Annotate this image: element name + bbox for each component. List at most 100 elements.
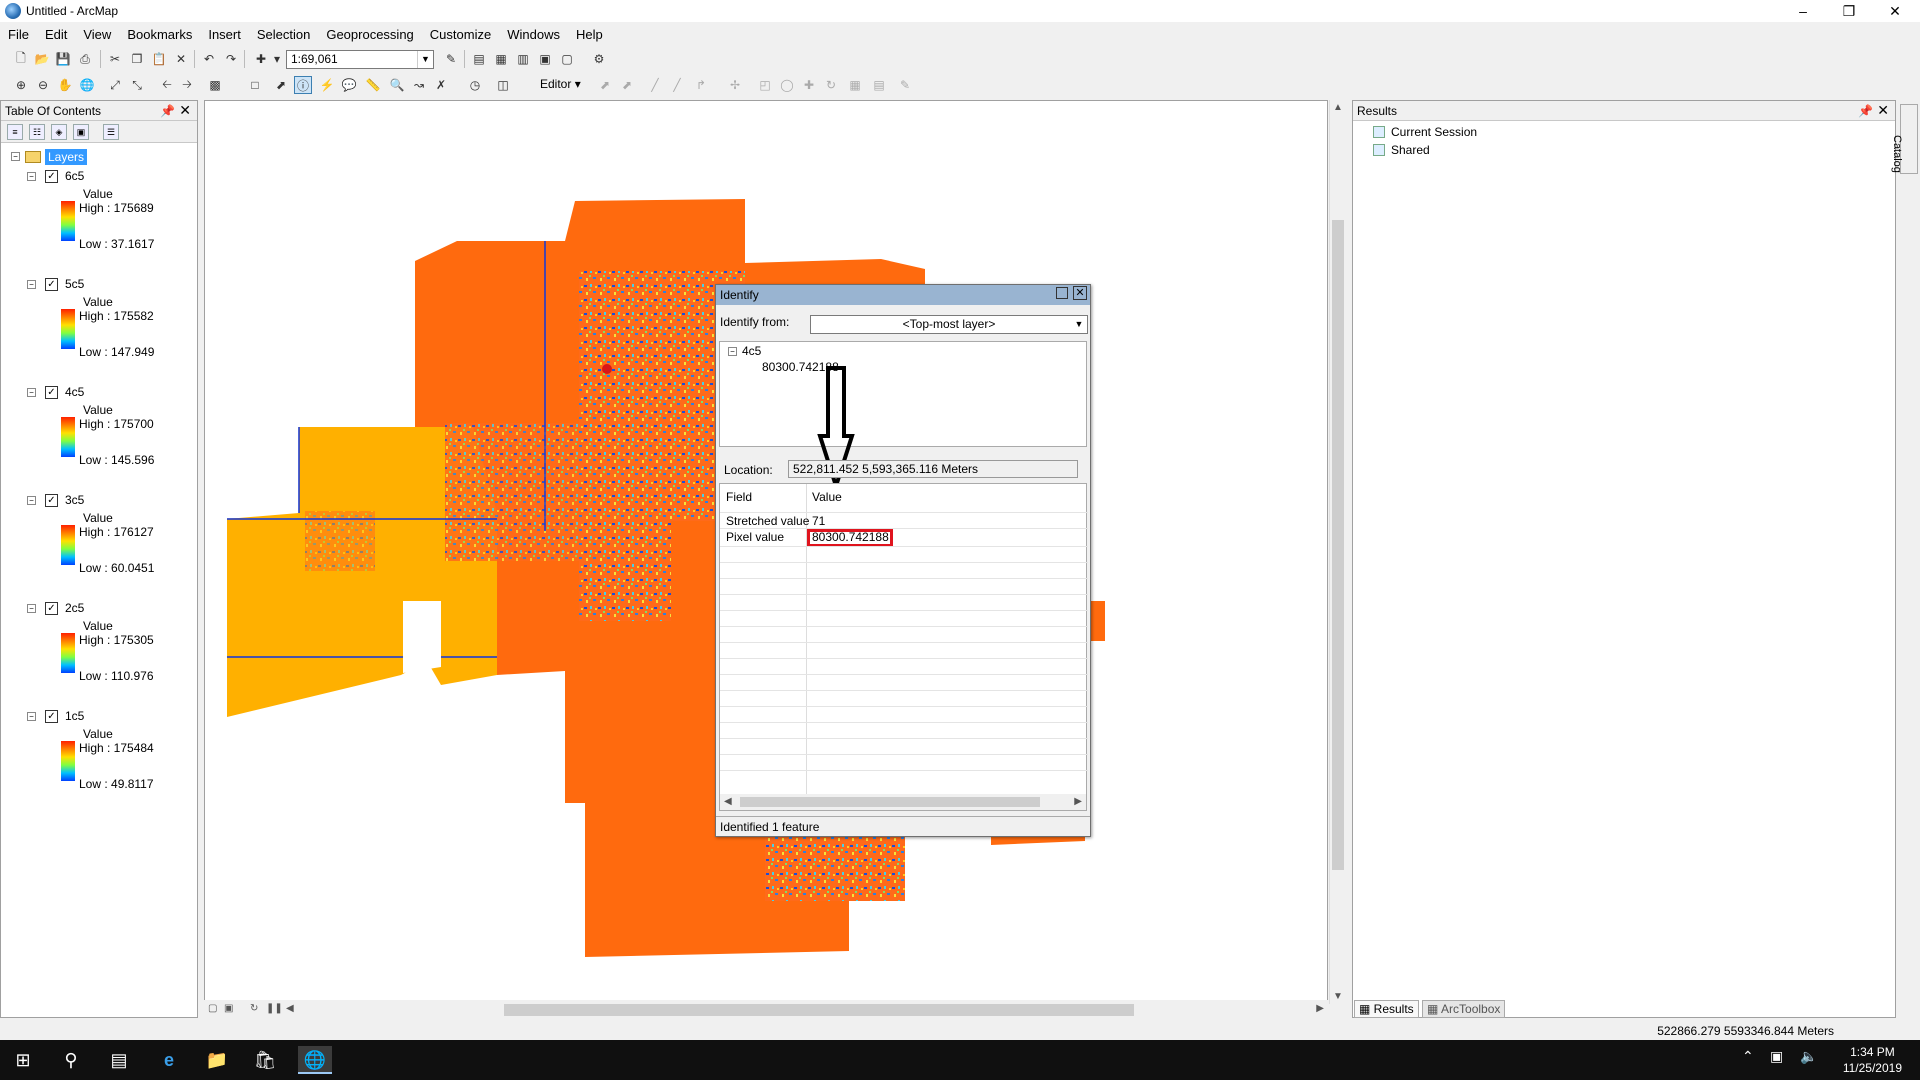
volume-icon[interactable]: 🔈 <box>1800 1048 1817 1065</box>
legend-color-ramp[interactable] <box>61 201 75 241</box>
layers-root-label[interactable]: Layers <box>45 149 88 165</box>
close-icon[interactable]: ✕ <box>1073 286 1087 300</box>
menu-bookmarks[interactable]: Bookmarks <box>119 24 200 45</box>
menu-geoprocessing[interactable]: Geoprocessing <box>318 24 421 45</box>
identify-titlebar[interactable]: Identify ✕ <box>716 285 1090 305</box>
close-icon[interactable]: ✕ <box>179 102 191 119</box>
collapse-icon[interactable]: − <box>27 388 36 397</box>
find-route-icon[interactable]: ↝ <box>410 76 428 94</box>
map-horizontal-scrollbar[interactable]: ▢ ▣ ↻ ❚❚ ◀ ▶ <box>204 1000 1328 1018</box>
restore-button[interactable]: ❐ <box>1826 0 1872 22</box>
zoom-out-icon[interactable]: ⊖ <box>34 76 52 94</box>
cut-icon[interactable]: ✂ <box>106 50 124 68</box>
straight-segment-icon[interactable]: ╱ <box>646 76 664 94</box>
close-button[interactable]: ✕ <box>1872 0 1918 22</box>
maximize-icon[interactable] <box>1056 287 1068 299</box>
layout-view-icon[interactable]: ▢ <box>208 1003 217 1014</box>
network-icon[interactable]: ▣ <box>1770 1048 1783 1065</box>
menu-insert[interactable]: Insert <box>200 24 249 45</box>
forward-extent-icon[interactable]: 🡢 <box>178 76 196 94</box>
toc-layer-4c5[interactable]: − ✓ 4c5 Value High : 175700 Low : 145.59… <box>27 385 197 493</box>
toc-layer-1c5[interactable]: − ✓ 1c5 Value High : 175484 Low : 49.811… <box>27 709 197 817</box>
task-view-icon[interactable]: ▤ <box>102 1046 136 1074</box>
collapse-icon[interactable]: − <box>11 152 20 161</box>
list-by-drawing-order-icon[interactable]: ≡ <box>7 124 23 140</box>
select-elements-icon[interactable]: ⬈ <box>272 76 290 94</box>
python-window-icon[interactable]: ▢ <box>558 50 576 68</box>
save-icon[interactable]: 💾 <box>54 50 72 68</box>
store-icon[interactable]: 🛍 <box>248 1046 282 1074</box>
create-viewer-icon[interactable]: ◫ <box>494 76 512 94</box>
field-column-header[interactable]: Field <box>726 490 752 504</box>
layer-name[interactable]: 6c5 <box>65 169 84 183</box>
catalog-side-tab[interactable]: Catalog <box>1891 104 1918 174</box>
catalog-window-icon[interactable]: ▦ <box>492 50 510 68</box>
add-data-dropdown-icon[interactable]: ▾ <box>268 50 286 68</box>
split-icon[interactable]: ✚ <box>800 76 818 94</box>
list-by-selection-icon[interactable]: ▣ <box>73 124 89 140</box>
scroll-left-icon[interactable]: ◀ <box>724 796 732 807</box>
minimize-button[interactable]: – <box>1780 0 1826 22</box>
undo-icon[interactable]: ↶ <box>200 50 218 68</box>
refresh-icon[interactable]: ↻ <box>250 1003 258 1014</box>
collapse-icon[interactable]: − <box>27 712 36 721</box>
layer-name[interactable]: 5c5 <box>65 277 84 291</box>
clear-selection-icon[interactable]: □ <box>246 76 264 94</box>
time-slider-icon[interactable]: ◷ <box>466 76 484 94</box>
table-of-contents-icon[interactable]: ▤ <box>470 50 488 68</box>
chevron-up-icon[interactable]: ⌃ <box>1742 1048 1754 1065</box>
edit-tool-icon[interactable]: ⬈ <box>596 76 614 94</box>
chevron-down-icon[interactable]: ▼ <box>1071 316 1087 333</box>
scroll-right-icon[interactable]: ▶ <box>1074 796 1082 807</box>
hyperlink-icon[interactable]: ⚡ <box>318 76 336 94</box>
identify-from-select[interactable]: <Top-most layer> ▼ <box>810 315 1088 334</box>
menu-edit[interactable]: Edit <box>37 24 75 45</box>
arctoolbox-icon[interactable]: ▣ <box>536 50 554 68</box>
trace-icon[interactable]: ↱ <box>692 76 710 94</box>
legend-color-ramp[interactable] <box>61 741 75 781</box>
close-icon[interactable]: ✕ <box>1877 102 1889 119</box>
identify-attribute-grid[interactable]: Field Value Stretched value 71 Pixel val… <box>719 483 1088 811</box>
layer-name[interactable]: 3c5 <box>65 493 84 507</box>
layer-visibility-checkbox[interactable]: ✓ <box>45 602 58 615</box>
layer-name[interactable]: 2c5 <box>65 601 84 615</box>
menu-windows[interactable]: Windows <box>499 24 568 45</box>
collapse-icon[interactable]: − <box>728 347 737 356</box>
data-view-icon[interactable]: ▣ <box>224 1003 233 1014</box>
field-cell[interactable]: Pixel value <box>726 530 784 544</box>
go-to-xy-icon[interactable]: ✗ <box>432 76 450 94</box>
file-explorer-icon[interactable]: 📁 <box>200 1046 234 1074</box>
value-cell[interactable]: 71 <box>812 514 825 528</box>
arcmap-taskbar-icon[interactable]: 🌐 <box>298 1046 332 1074</box>
menu-view[interactable]: View <box>75 24 119 45</box>
legend-color-ramp[interactable] <box>61 309 75 349</box>
layer-visibility-checkbox[interactable]: ✓ <box>45 170 58 183</box>
grid-horizontal-scrollbar[interactable]: ◀ ▶ <box>720 794 1086 810</box>
results-current-session[interactable]: Current Session <box>1373 125 1477 139</box>
reshape-icon[interactable]: ◰ <box>756 76 774 94</box>
menu-selection[interactable]: Selection <box>249 24 318 45</box>
tab-arctoolbox[interactable]: ▦ ArcToolbox <box>1422 1000 1506 1018</box>
results-shared[interactable]: Shared <box>1373 143 1430 157</box>
copy-icon[interactable]: ❐ <box>128 50 146 68</box>
scrollbar-thumb[interactable] <box>504 1004 1134 1016</box>
scroll-down-icon[interactable]: ▼ <box>1333 991 1343 1002</box>
redo-icon[interactable]: ↷ <box>222 50 240 68</box>
find-icon[interactable]: 🔍 <box>388 76 406 94</box>
fixed-zoom-out-icon[interactable]: ⤡ <box>128 76 146 94</box>
create-features-icon[interactable]: ✎ <box>896 76 914 94</box>
model-builder-icon[interactable]: ⚙ <box>590 50 608 68</box>
toc-layer-5c5[interactable]: − ✓ 5c5 Value High : 175582 Low : 147.94… <box>27 277 197 385</box>
value-column-header[interactable]: Value <box>812 490 842 504</box>
tab-results[interactable]: ▦ Results <box>1354 1000 1419 1018</box>
map-scale-input[interactable]: 1:69,061 ▼ <box>286 50 434 69</box>
scrollbar-thumb[interactable] <box>740 797 1040 807</box>
layer-visibility-checkbox[interactable]: ✓ <box>45 494 58 507</box>
options-icon[interactable]: ☰ <box>103 124 119 140</box>
system-clock[interactable]: 1:34 PM 11/25/2019 <box>1843 1044 1902 1076</box>
scroll-left-icon[interactable]: ◀ <box>286 1003 294 1014</box>
menu-customize[interactable]: Customize <box>422 24 499 45</box>
pin-icon[interactable]: 📌 <box>160 104 175 118</box>
list-by-visibility-icon[interactable]: ◈ <box>51 124 67 140</box>
html-popup-icon[interactable]: 💬 <box>340 76 358 94</box>
